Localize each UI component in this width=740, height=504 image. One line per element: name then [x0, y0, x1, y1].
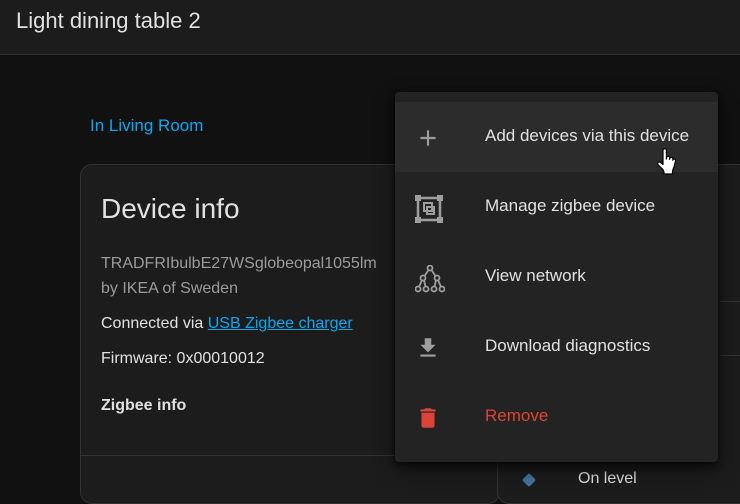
- area-link[interactable]: In Living Room: [90, 116, 203, 136]
- menu-item-label: Manage zigbee device: [485, 196, 656, 215]
- device-info-title: Device info: [101, 193, 240, 224]
- card-divider: [720, 301, 740, 302]
- menu-item-label: Download diagnostics: [485, 336, 651, 355]
- plus-icon: [415, 125, 441, 151]
- connected-via-link[interactable]: USB Zigbee charger: [208, 315, 353, 332]
- entity-icon: [521, 472, 537, 488]
- menu-item-label: Remove: [485, 406, 549, 425]
- device-model: TRADFRIbulbE27WSglobeopal1055lm: [101, 255, 377, 272]
- menu-item-label: Add devices via this device: [485, 126, 690, 145]
- device-manufacturer: by IKEA of Sweden: [101, 280, 238, 297]
- entity-on-level[interactable]: On level: [578, 470, 637, 488]
- top-app-bar: Light dining table 2: [0, 0, 740, 55]
- page-title: Light dining table 2: [16, 8, 201, 33]
- firmware-version: Firmware: 0x00010012: [101, 350, 265, 367]
- zigbee-manage-icon: [415, 195, 443, 223]
- network-icon: [414, 264, 446, 293]
- trash-icon: [415, 405, 441, 431]
- card-divider: [720, 355, 740, 356]
- menu-item-label: View network: [485, 266, 586, 285]
- menu-item-remove[interactable]: Remove: [395, 382, 718, 452]
- download-icon: [415, 335, 441, 361]
- connected-via-label: Connected via: [101, 315, 204, 332]
- hand-pointer-icon: [655, 148, 679, 176]
- menu-item-view-network[interactable]: View network: [395, 242, 718, 312]
- connected-via: Connected via USB Zigbee charger: [101, 315, 353, 333]
- menu-item-manage-zigbee[interactable]: Manage zigbee device: [395, 172, 718, 242]
- zigbee-info-heading[interactable]: Zigbee info: [101, 397, 186, 415]
- menu-item-download-diagnostics[interactable]: Download diagnostics: [395, 312, 718, 382]
